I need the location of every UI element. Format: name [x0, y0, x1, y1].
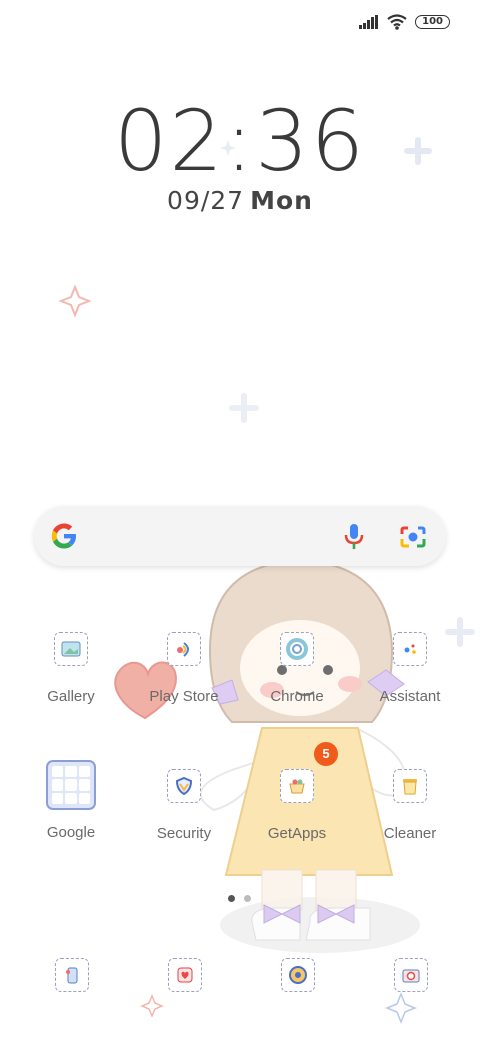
wifi-icon: [387, 14, 407, 30]
app-getapps[interactable]: GetApps: [242, 769, 352, 842]
dock-phone-icon[interactable]: [55, 958, 89, 992]
google-logo-icon: [51, 523, 76, 549]
google-lens-icon[interactable]: [400, 525, 426, 549]
assistant-icon: [393, 632, 427, 666]
app-label: Cleaner: [383, 825, 437, 842]
date-text: 09/27: [167, 186, 245, 215]
app-chrome[interactable]: Chrome: [242, 632, 352, 705]
dock-browser-icon[interactable]: [281, 958, 315, 992]
shield-icon: [167, 769, 201, 803]
app-security[interactable]: Security: [129, 769, 239, 842]
clock-date[interactable]: 09/27 Mon: [0, 186, 480, 215]
gallery-icon: [54, 632, 88, 666]
clock-time[interactable]: 02:36: [0, 92, 480, 190]
app-label: GetApps: [267, 825, 327, 842]
weekday-text: Mon: [250, 186, 313, 215]
app-label: Security: [156, 825, 212, 842]
app-label: Assistant: [379, 688, 441, 705]
play-store-icon: [167, 632, 201, 666]
basket-icon: [280, 769, 314, 803]
app-label: Google: [46, 824, 96, 841]
dock-messages-icon[interactable]: [168, 958, 202, 992]
app-play-store[interactable]: Play Store: [129, 632, 239, 705]
app-label: Gallery: [47, 688, 95, 705]
google-search-bar[interactable]: [34, 506, 446, 566]
signal-icon: [359, 15, 379, 29]
app-label: Play Store: [149, 688, 219, 705]
folder-icon: [46, 760, 96, 810]
folder-google[interactable]: Google: [16, 760, 126, 841]
trash-bin-icon: [393, 769, 427, 803]
status-bar: 100: [359, 14, 450, 30]
page-indicator-active[interactable]: [228, 895, 235, 902]
notification-badge: 5: [314, 742, 338, 766]
dock-camera-icon[interactable]: [394, 958, 428, 992]
app-cleaner[interactable]: Cleaner: [355, 769, 465, 842]
battery-indicator: 100: [415, 15, 450, 29]
app-label: Chrome: [270, 688, 324, 705]
page-indicator-inactive[interactable]: [244, 895, 251, 902]
chrome-icon: [280, 632, 314, 666]
microphone-icon[interactable]: [344, 523, 364, 551]
app-gallery[interactable]: Gallery: [16, 632, 126, 705]
app-assistant[interactable]: Assistant: [355, 632, 465, 705]
